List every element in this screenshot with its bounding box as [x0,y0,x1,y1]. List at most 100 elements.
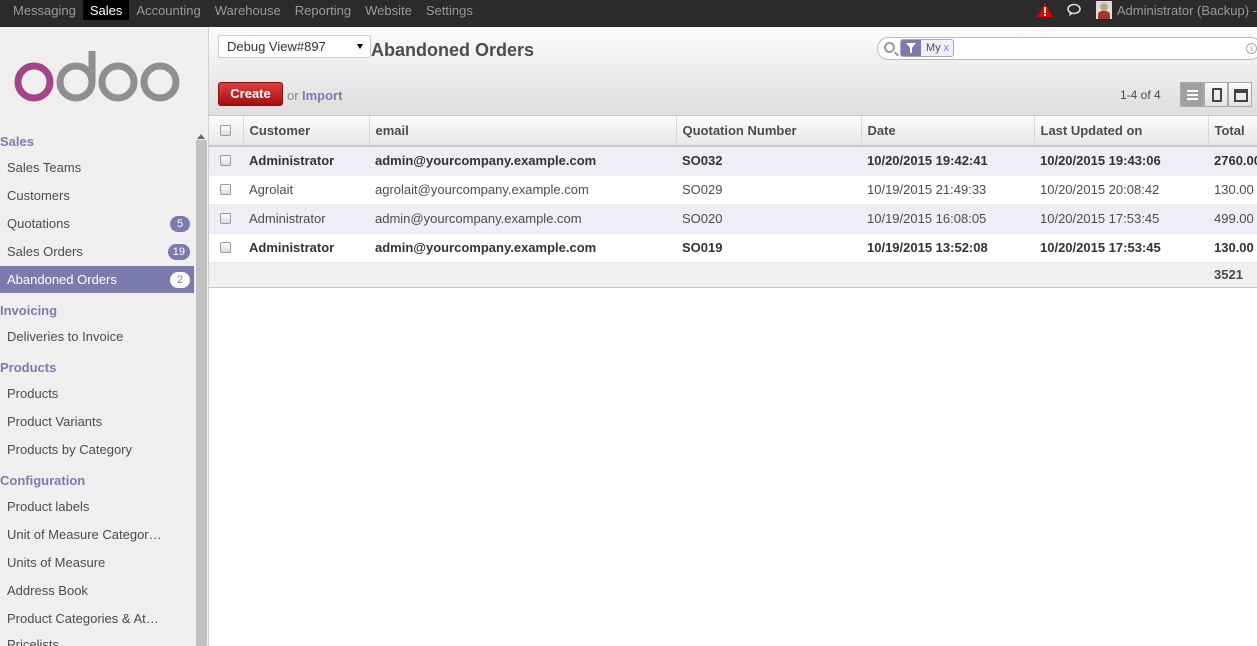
cell-email: admin@yourcompany.example.com [369,146,676,176]
cell-email: agrolait@yourcompany.example.com [369,175,676,205]
column-header-quotation-number[interactable]: Quotation Number [676,116,862,147]
menu-reporting[interactable]: Reporting [288,0,358,20]
column-header-date[interactable]: Date [861,116,1035,147]
sidebar-item-sales-orders[interactable]: Sales Orders 19 [0,238,194,265]
sidebar-item-customers[interactable]: Customers [0,182,194,209]
chat-icon[interactable] [1066,3,1082,17]
cell-total: 130.00 [1208,233,1257,263]
caret-down-icon [357,44,363,49]
cell-customer: Administrator [243,146,369,176]
sidebar-item-label: Product Categories & At… [7,611,159,626]
scroll-up-arrow[interactable] [197,134,205,139]
debug-view-value: Debug View#897 [227,39,326,54]
sidebar-item-deliveries-to-invoice[interactable]: Deliveries to Invoice [0,323,194,350]
row-select-cell [209,146,243,176]
menu-sales[interactable]: Sales [82,0,130,20]
section-invoicing: Invoicing [0,303,58,318]
cell-last-updated: 10/20/2015 17:53:45 [1034,233,1208,263]
create-button[interactable]: Create [218,82,283,106]
table-row[interactable]: Administrator admin@yourcompany.example.… [209,204,1257,234]
cell-quotation-number: SO019 [676,233,861,263]
sidebar-item-label: Products [7,386,59,401]
row-checkbox[interactable] [220,155,231,167]
column-header-email[interactable]: email [369,116,677,147]
sidebar-item-products-by-category[interactable]: Products by Category [0,436,194,463]
cell-quotation-number: SO032 [676,146,861,176]
select-all-cell [209,116,244,147]
import-link[interactable]: Import [302,88,342,103]
row-select-cell [209,175,243,205]
sidebar-item-products[interactable]: Products [0,380,194,407]
calendar-view-button[interactable] [1228,82,1252,107]
sidebar-scrollbar[interactable] [196,140,207,646]
sidebar-item-quotations[interactable]: Quotations 5 [0,210,194,237]
sidebar-item-pricelists[interactable]: Pricelists [0,631,194,646]
row-select-cell [209,233,243,263]
facet-remove-button[interactable]: x [944,42,953,54]
count-badge: 19 [167,244,190,260]
menu-warehouse[interactable]: Warehouse [208,0,288,20]
debug-view-select[interactable]: Debug View#897 [218,35,371,58]
column-header-customer[interactable]: Customer [243,116,370,147]
sidebar-item-label: Unit of Measure Categor… [7,527,162,542]
sidebar-item-label: Sales Teams [7,160,82,175]
menu-accounting[interactable]: Accounting [129,0,207,20]
sidebar-item-label: Pricelists [7,637,60,646]
select-all-checkbox[interactable] [220,125,231,136]
row-checkbox[interactable] [220,184,231,195]
menu-messaging[interactable]: Messaging [6,0,83,20]
row-checkbox[interactable] [220,242,231,253]
sidebar-item-address-book[interactable]: Address Book [0,577,194,604]
section-configuration: Configuration [0,473,86,488]
clear-search-icon[interactable]: x [1246,43,1257,54]
list-view-button[interactable] [1180,82,1204,107]
sidebar-item-abandoned-orders[interactable]: Abandoned Orders 2 [0,266,194,293]
sidebar-item-product-categories[interactable]: Product Categories & At… [0,605,194,632]
column-header-total[interactable]: Total [1208,116,1257,147]
footer-spacer [209,261,1208,288]
warning-icon[interactable] [1036,2,1054,18]
cell-total: 499.00 [1208,204,1257,234]
menu-website[interactable]: Website [358,0,419,20]
sidebar-item-sales-teams[interactable]: Sales Teams [0,154,194,181]
cell-date: 10/19/2015 16:08:05 [861,204,1034,234]
cell-email: admin@yourcompany.example.com [369,233,676,263]
menu-settings[interactable]: Settings [419,0,480,20]
facet-label: My [926,42,941,54]
cell-date: 10/20/2015 19:42:41 [861,146,1034,176]
page-title: Abandoned Orders [371,40,535,60]
cell-last-updated: 10/20/2015 17:53:45 [1034,204,1208,234]
row-select-cell [209,204,243,234]
cell-customer: Administrator [243,233,369,263]
or-text: or [287,88,299,103]
sidebar-item-label: Abandoned Orders [7,272,117,287]
odoo-logo [14,51,180,102]
orders-table: Customer email Quotation Number Date Las… [209,116,1257,288]
sidebar-item-label: Product labels [7,499,90,514]
search-icon [884,42,895,53]
sidebar-item-product-labels[interactable]: Product labels [0,493,194,520]
sidebar: Sales Sales Teams Customers Quotations 5 … [0,27,209,646]
sidebar-item-label: Customers [7,188,70,203]
table-row[interactable]: Administrator admin@yourcompany.example.… [209,233,1257,263]
column-header-last-updated[interactable]: Last Updated on [1034,116,1209,147]
user-avatar[interactable] [1095,1,1112,19]
footer-total: 3521 [1208,261,1257,288]
form-view-button[interactable] [1204,82,1228,107]
table-row[interactable]: Agrolait agrolait@yourcompany.example.co… [209,175,1257,205]
sidebar-item-label: Product Variants [7,414,103,429]
sidebar-item-label: Products by Category [7,442,133,457]
sidebar-item-product-variants[interactable]: Product Variants [0,408,194,435]
table-footer-row: 3521 [209,261,1257,288]
sidebar-item-uom-categories[interactable]: Unit of Measure Categor… [0,521,194,548]
pager-value[interactable]: 1-4 of 4 [1120,88,1161,102]
sidebar-item-units-of-measure[interactable]: Units of Measure [0,549,194,576]
user-menu[interactable]: Administrator (Backup) - [1117,3,1257,18]
count-badge: 5 [170,216,190,232]
row-checkbox[interactable] [220,213,231,224]
search-input[interactable]: My x x [877,37,1257,60]
sidebar-item-label: Quotations [7,216,70,231]
table-row[interactable]: Administrator admin@yourcompany.example.… [209,146,1257,176]
control-panel: Debug View#897 Abandoned Orders My x x C… [209,27,1257,116]
search-facet: My x [900,39,955,57]
